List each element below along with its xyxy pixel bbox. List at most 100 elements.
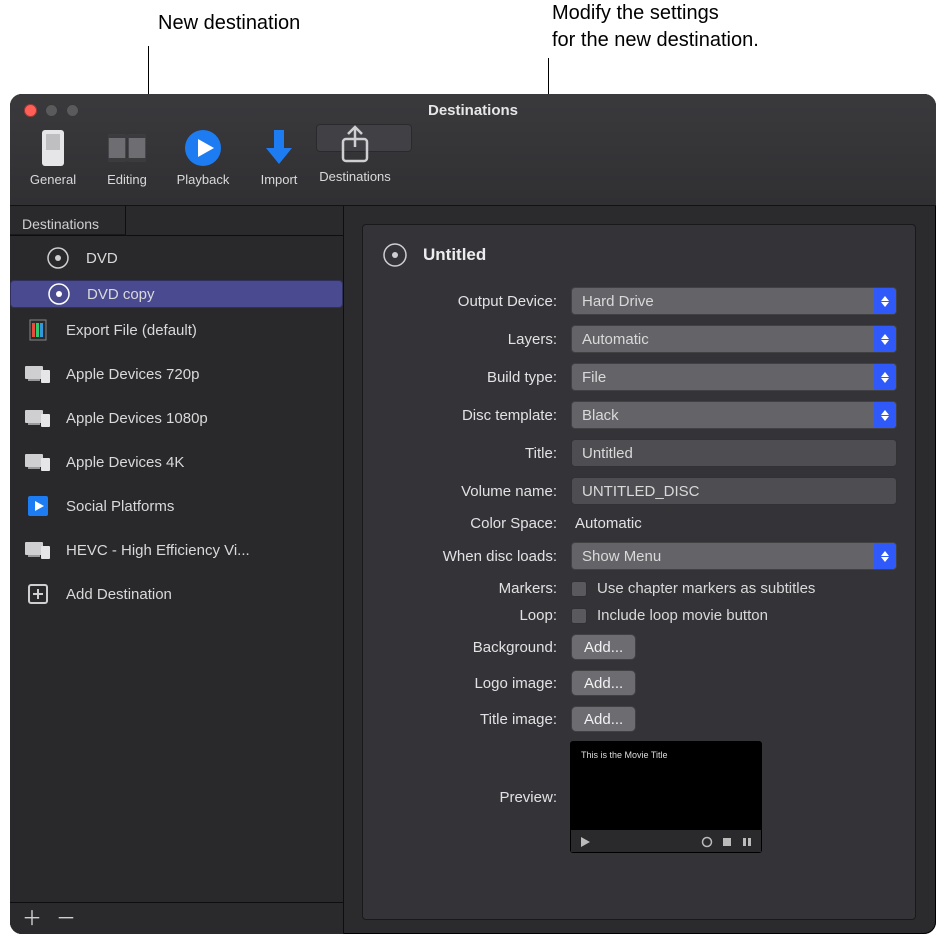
settings-card-header: Untitled	[381, 241, 897, 269]
preview-next-icon[interactable]	[741, 835, 753, 847]
play-icon	[183, 128, 223, 168]
sidebar-item-label: Social Platforms	[66, 498, 174, 515]
tab-editing[interactable]: Editing	[90, 124, 164, 200]
select-layers[interactable]: Automatic	[571, 325, 897, 353]
preview-stop-icon[interactable]	[721, 835, 733, 847]
settings-form: Output Device: Hard Drive Layers: Automa…	[381, 287, 897, 852]
checkbox-loop[interactable]	[571, 608, 587, 624]
devices-icon	[24, 448, 52, 476]
chevrons-icon	[874, 288, 896, 314]
select-disc-template[interactable]: Black	[571, 401, 897, 429]
settings-panel: Untitled Output Device: Hard Drive Layer…	[344, 206, 936, 934]
tab-editing-label: Editing	[107, 172, 147, 187]
chevrons-icon	[874, 402, 896, 428]
sidebar-item-social[interactable]: Social Platforms	[10, 484, 343, 528]
destinations-list: DVD DVD copy Export File (default)	[10, 236, 343, 902]
value-color-space: Automatic	[571, 515, 897, 532]
select-build-type-value: File	[582, 369, 606, 386]
remove-button[interactable]: －	[56, 909, 76, 929]
preview-title-text: This is the Movie Title	[581, 750, 668, 760]
sidebar-item-apple-4k[interactable]: Apple Devices 4K	[10, 440, 343, 484]
tab-import[interactable]: Import	[242, 124, 316, 200]
sidebar-item-add-destination[interactable]: Add Destination	[10, 572, 343, 616]
download-icon	[259, 128, 299, 168]
sidebar-item-dvd[interactable]: DVD	[10, 236, 343, 280]
label-preview: Preview:	[499, 789, 557, 806]
devices-icon	[24, 404, 52, 432]
button-add-logo[interactable]: Add...	[571, 670, 636, 696]
chevrons-icon	[874, 326, 896, 352]
preview-controls	[571, 830, 761, 852]
sidebar-header-label: Destinations	[10, 206, 126, 235]
titlebar: Destinations General	[10, 94, 936, 206]
label-logo: Logo image:	[474, 675, 557, 692]
sidebar-footer: ＋ －	[10, 902, 343, 934]
sidebar-header-row: Destinations	[10, 206, 343, 236]
text-markers: Use chapter markers as subtitles	[597, 580, 815, 597]
add-button[interactable]: ＋	[22, 909, 42, 929]
sidebar-item-label: Apple Devices 720p	[66, 366, 199, 383]
row-markers: Use chapter markers as subtitles	[571, 580, 897, 597]
label-volume-name: Volume name:	[461, 483, 557, 500]
input-title[interactable]: Untitled	[571, 439, 897, 467]
share-up-icon	[335, 125, 375, 165]
devices-icon	[24, 536, 52, 564]
select-when-disc-loads[interactable]: Show Menu	[571, 542, 897, 570]
settings-title: Untitled	[423, 245, 486, 265]
label-loop: Loop:	[519, 607, 557, 624]
sidebar-item-dvd-copy[interactable]: DVD copy	[10, 280, 343, 308]
tab-import-label: Import	[261, 172, 298, 187]
callout-right: Modify the settings for the new destinat…	[552, 0, 759, 54]
select-output-device-value: Hard Drive	[582, 293, 654, 310]
preview-loop-icon[interactable]	[701, 835, 713, 847]
label-color-space: Color Space:	[470, 515, 557, 532]
plus-box-icon	[24, 580, 52, 608]
callout-left: New destination	[158, 12, 300, 35]
window-body: Destinations DVD DVD copy	[10, 206, 936, 934]
sidebar-item-label: Apple Devices 4K	[66, 454, 184, 471]
chevrons-icon	[874, 543, 896, 569]
switch-icon	[33, 128, 73, 168]
disc-icon	[45, 280, 73, 308]
label-build-type: Build type:	[487, 369, 557, 386]
tab-playback[interactable]: Playback	[164, 124, 242, 200]
text-loop: Include loop movie button	[597, 607, 768, 624]
sidebar-item-label: HEVC - High Efficiency Vi...	[66, 542, 250, 559]
tab-general-label: General	[30, 172, 76, 187]
button-add-background[interactable]: Add...	[571, 634, 636, 660]
label-markers: Markers:	[499, 580, 557, 597]
input-volume-name-value: UNTITLED_DISC	[582, 483, 700, 500]
preview-box: This is the Movie Title	[571, 742, 761, 852]
select-output-device[interactable]: Hard Drive	[571, 287, 897, 315]
sidebar-item-label: Apple Devices 1080p	[66, 410, 208, 427]
sidebar-item-hevc[interactable]: HEVC - High Efficiency Vi...	[10, 528, 343, 572]
tab-general[interactable]: General	[16, 124, 90, 200]
preferences-toolbar: General Editing	[16, 124, 930, 204]
tab-playback-label: Playback	[177, 172, 230, 187]
chevrons-icon	[874, 364, 896, 390]
checkbox-markers[interactable]	[571, 581, 587, 597]
sidebar-item-apple-1080p[interactable]: Apple Devices 1080p	[10, 396, 343, 440]
settings-card: Untitled Output Device: Hard Drive Layer…	[362, 224, 916, 920]
social-icon	[24, 492, 52, 520]
file-color-icon	[24, 316, 52, 344]
tab-destinations-label: Destinations	[319, 169, 391, 184]
input-volume-name[interactable]: UNTITLED_DISC	[571, 477, 897, 505]
tab-destinations[interactable]: Destinations	[316, 124, 412, 152]
sidebar-item-export-file[interactable]: Export File (default)	[10, 308, 343, 352]
select-build-type[interactable]: File	[571, 363, 897, 391]
annotation-callouts: New destination Modify the settings for …	[0, 0, 944, 102]
sidebar-item-label: DVD copy	[87, 286, 155, 303]
preview-play-icon[interactable]	[579, 835, 591, 847]
input-title-value: Untitled	[582, 445, 633, 462]
button-add-title-image[interactable]: Add...	[571, 706, 636, 732]
row-loop: Include loop movie button	[571, 607, 897, 624]
sidebar-item-label: Export File (default)	[66, 322, 197, 339]
devices-icon	[24, 360, 52, 388]
label-layers: Layers:	[508, 331, 557, 348]
sidebar-item-apple-720p[interactable]: Apple Devices 720p	[10, 352, 343, 396]
destinations-sidebar: Destinations DVD DVD copy	[10, 206, 344, 934]
select-when-disc-loads-value: Show Menu	[582, 548, 661, 565]
sidebar-item-label: DVD	[86, 250, 118, 267]
window-title: Destinations	[10, 102, 936, 119]
